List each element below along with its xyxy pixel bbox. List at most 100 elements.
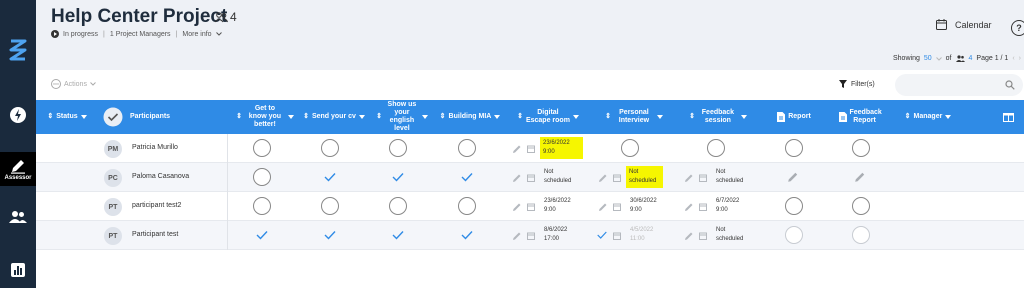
columns-toggle-icon[interactable]: [1000, 100, 1016, 134]
escape-room-date[interactable]: 8/6/2022 17:00: [544, 226, 567, 244]
column-english[interactable]: ⇕ Show us your english level: [368, 100, 436, 134]
status-circle[interactable]: [785, 139, 803, 157]
check-icon[interactable]: [596, 229, 608, 241]
table-row[interactable]: PT Participant test 8/6/2022 17:00 4/5/2…: [36, 221, 1024, 250]
pencil-icon[interactable]: [598, 173, 608, 183]
column-interview[interactable]: ⇕ Personal Interview: [592, 100, 676, 134]
chevron-down-icon[interactable]: [287, 115, 294, 119]
pencil-icon[interactable]: [684, 231, 694, 241]
calendar-icon[interactable]: [699, 203, 707, 211]
calendar-icon[interactable]: [613, 232, 621, 240]
chevron-down-icon[interactable]: [656, 115, 663, 119]
column-escape-room[interactable]: ⇕ Digital Escape room: [506, 100, 590, 134]
pencil-icon[interactable]: [598, 202, 608, 212]
column-mia[interactable]: ⇕ Building MIA: [436, 100, 504, 134]
sort-icon[interactable]: ⇕: [47, 113, 53, 121]
column-manager[interactable]: ⇕ Manager: [898, 100, 958, 134]
feedback-date[interactable]: Not scheduled: [716, 168, 748, 186]
sort-icon[interactable]: ⇕: [440, 113, 446, 121]
check-icon[interactable]: [460, 228, 474, 242]
column-cv[interactable]: ⇕ Send your cv: [300, 100, 368, 134]
column-status[interactable]: ⇕ Status: [44, 100, 90, 134]
interview-date[interactable]: Not scheduled: [629, 168, 663, 186]
status-circle[interactable]: [321, 139, 339, 157]
check-icon[interactable]: [255, 228, 269, 242]
sort-icon[interactable]: ⇕: [517, 113, 523, 121]
chevron-down-icon[interactable]: [358, 115, 365, 119]
check-icon[interactable]: [323, 170, 337, 184]
sort-icon[interactable]: ⇕: [376, 113, 382, 121]
pencil-icon[interactable]: [684, 173, 694, 183]
filter-button[interactable]: Filter(s): [839, 80, 875, 88]
table-row[interactable]: PC Paloma Casanova Not scheduled Not sch…: [36, 163, 1024, 192]
chart-icon[interactable]: [0, 258, 36, 282]
logo-icon[interactable]: [0, 36, 36, 64]
users-icon[interactable]: [0, 205, 36, 229]
select-all-checkbox[interactable]: [102, 100, 124, 134]
calendar-icon[interactable]: [527, 174, 535, 182]
sort-icon[interactable]: ⇕: [605, 113, 611, 121]
calendar-icon[interactable]: [527, 232, 535, 240]
status-circle[interactable]: [785, 226, 803, 244]
pencil-icon[interactable]: [512, 231, 522, 241]
calendar-icon[interactable]: [527, 145, 535, 153]
status-circle[interactable]: [852, 139, 870, 157]
next-page-icon[interactable]: ›: [1019, 55, 1021, 62]
sort-icon[interactable]: ⇕: [303, 113, 309, 121]
table-row[interactable]: PT participant test2 23/6/2022 9:00 30/6…: [36, 192, 1024, 221]
participant-name[interactable]: Participant test: [132, 231, 178, 238]
status-circle[interactable]: [253, 139, 271, 157]
more-info-link[interactable]: More info: [182, 31, 211, 38]
chevron-down-icon[interactable]: [80, 115, 87, 119]
calendar-icon[interactable]: [613, 174, 621, 182]
chevron-down-icon[interactable]: [421, 115, 428, 119]
feedback-date[interactable]: Not scheduled: [716, 226, 748, 244]
sidebar-item-assessor[interactable]: Assessor: [0, 152, 36, 186]
pencil-icon[interactable]: [512, 173, 522, 183]
check-icon[interactable]: [460, 170, 474, 184]
feedback-date[interactable]: 6/7/2022 9:00: [716, 197, 739, 215]
column-feedback-report[interactable]: Feedback Report: [828, 100, 890, 134]
column-participants[interactable]: Participants: [130, 100, 190, 134]
status-circle[interactable]: [389, 197, 407, 215]
pencil-icon[interactable]: [512, 144, 522, 154]
column-report[interactable]: Report: [766, 100, 822, 134]
pencil-icon[interactable]: [512, 202, 522, 212]
status-circle[interactable]: [321, 197, 339, 215]
status-circle[interactable]: [707, 139, 725, 157]
chevron-down-icon[interactable]: [494, 115, 501, 119]
sort-icon[interactable]: ⇕: [689, 113, 695, 121]
status-circle[interactable]: [253, 197, 271, 215]
participant-name[interactable]: participant test2: [132, 202, 181, 209]
chevron-down-icon[interactable]: [215, 32, 222, 36]
status-circle[interactable]: [389, 139, 407, 157]
actions-dropdown[interactable]: Actions: [51, 79, 96, 89]
pencil-icon[interactable]: [684, 202, 694, 212]
calendar-icon[interactable]: [699, 232, 707, 240]
check-icon[interactable]: [323, 228, 337, 242]
escape-room-date[interactable]: Not scheduled: [544, 168, 576, 186]
escape-room-date[interactable]: 23/6/2022 9:00: [543, 139, 570, 157]
chevron-down-icon[interactable]: [740, 115, 747, 119]
escape-room-date[interactable]: 23/6/2022 9:00: [544, 197, 571, 215]
calendar-button[interactable]: Calendar: [936, 19, 992, 30]
participant-name[interactable]: Patricia Murillo: [132, 144, 178, 151]
column-feedback[interactable]: ⇕ Feedback session: [676, 100, 760, 134]
status-circle[interactable]: [458, 139, 476, 157]
check-icon[interactable]: [391, 228, 405, 242]
calendar-icon[interactable]: [527, 203, 535, 211]
table-row[interactable]: PM Patricia Murillo 23/6/2022 9:00: [36, 134, 1024, 163]
participant-name[interactable]: Paloma Casanova: [132, 173, 189, 180]
chevron-down-icon[interactable]: [945, 115, 952, 119]
help-button[interactable]: ?: [1011, 20, 1024, 36]
chevron-down-icon[interactable]: [935, 56, 942, 61]
calendar-icon[interactable]: [613, 203, 621, 211]
status-circle[interactable]: [621, 139, 639, 157]
check-icon[interactable]: [391, 170, 405, 184]
interview-date[interactable]: 30/6/2022 9:00: [630, 197, 657, 215]
sort-icon[interactable]: ⇕: [905, 113, 911, 121]
pencil-icon[interactable]: [854, 171, 866, 183]
chevron-down-icon[interactable]: [572, 115, 579, 119]
prev-page-icon[interactable]: ‹: [1012, 55, 1014, 62]
status-circle[interactable]: [852, 226, 870, 244]
